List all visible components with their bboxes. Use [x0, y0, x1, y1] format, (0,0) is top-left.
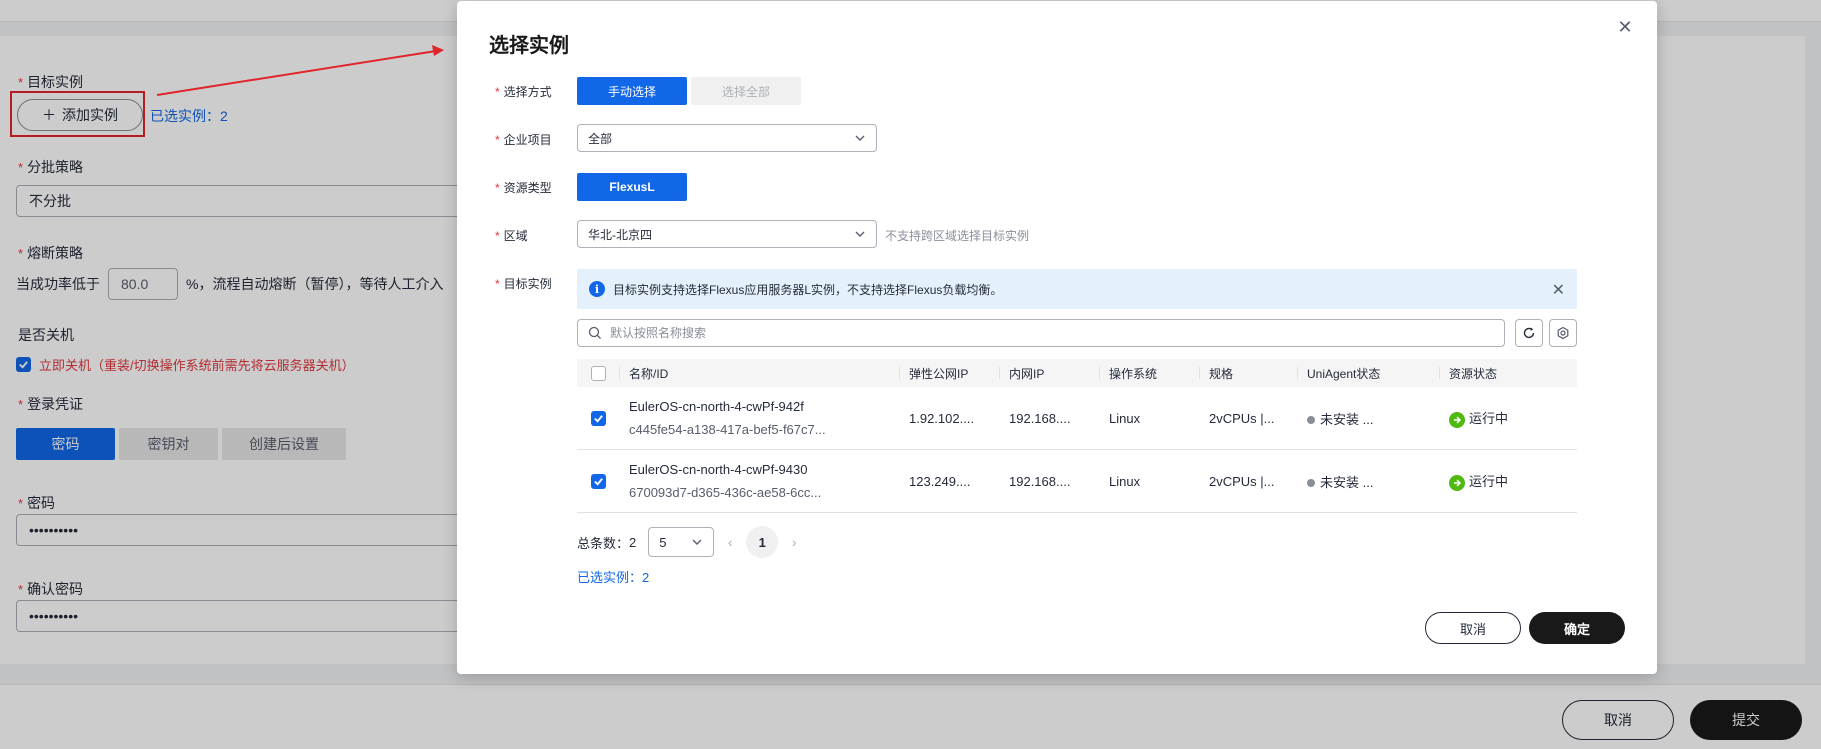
eip-cell: 1.92.102....	[909, 410, 975, 426]
row-checkbox[interactable]	[590, 473, 606, 489]
chevron-down-icon	[855, 135, 865, 141]
select-mode-label: * 选择方式	[495, 84, 552, 100]
column-header-eip[interactable]: 弹性公网IP	[899, 359, 999, 387]
resource-type-flexusl[interactable]: FlexusL	[577, 173, 687, 201]
column-header-name[interactable]: 名称/ID	[619, 359, 899, 387]
page-size-select[interactable]: 5	[648, 527, 715, 557]
status-dot-icon	[1307, 479, 1315, 488]
region-hint: 不支持跨区域选择目标实例	[885, 229, 1030, 243]
private-ip-cell: 192.168....	[1009, 473, 1071, 489]
next-page-icon[interactable]: ›	[786, 534, 802, 550]
table-row[interactable]: EulerOS-cn-north-4-cwPf-942f c445fe54-a1…	[577, 387, 1577, 450]
search-input[interactable]	[577, 319, 1505, 347]
name-cell: EulerOS-cn-north-4-cwPf-9430 670093d7-d3…	[619, 462, 899, 500]
cancel-button[interactable]: 取消	[1425, 612, 1521, 644]
target-instance-label: * 目标实例	[495, 276, 552, 292]
resource-status-cell: 运行中	[1439, 471, 1577, 491]
status-dot-icon	[1307, 416, 1315, 425]
pagination: 总条数： 2 5 ‹ 1 ›	[577, 526, 802, 558]
agent-status-cell: 未安装 ...	[1297, 472, 1439, 491]
dialog-title: 选择实例	[489, 35, 569, 57]
spec-cell: 2vCPUs |...	[1209, 410, 1275, 426]
spec-cell: 2vCPUs |...	[1209, 473, 1275, 489]
refresh-icon	[1523, 327, 1535, 339]
instance-name[interactable]: EulerOS-cn-north-4-cwPf-9430	[629, 462, 899, 477]
column-header-os[interactable]: 操作系统	[1099, 359, 1199, 387]
gear-icon	[1557, 326, 1569, 340]
region-select[interactable]: 华北-北京四	[577, 220, 877, 248]
search-field[interactable]	[610, 326, 1504, 340]
table-header: 名称/ID 弹性公网IP 内网IP 操作系统 规格 UniAgent状态 资源状…	[577, 359, 1577, 387]
os-cell: Linux	[1109, 410, 1141, 426]
refresh-button[interactable]	[1515, 319, 1543, 347]
column-header-agent[interactable]: UniAgent状态	[1297, 359, 1439, 387]
alert-close-icon[interactable]: ✕	[1552, 280, 1565, 300]
chevron-down-icon	[855, 231, 865, 237]
running-icon	[1449, 474, 1465, 491]
private-ip-cell: 192.168....	[1009, 410, 1071, 426]
region-label: * 区域	[495, 228, 528, 244]
select-all-checkbox[interactable]	[590, 365, 606, 381]
column-header-spec[interactable]: 规格	[1199, 359, 1297, 387]
search-icon	[588, 326, 601, 339]
close-icon[interactable]: ✕	[1615, 17, 1635, 37]
eip-cell: 123.249....	[909, 473, 971, 489]
instance-name[interactable]: EulerOS-cn-north-4-cwPf-942f	[629, 399, 899, 414]
name-cell: EulerOS-cn-north-4-cwPf-942f c445fe54-a1…	[619, 399, 899, 437]
instance-id: 670093d7-d365-436c-ae58-6cc...	[629, 485, 822, 500]
select-instance-dialog: 选择实例 ✕ * 选择方式 手动选择 选择全部 * 企业项目 全部 * 资源类型 Fl…	[457, 1, 1657, 674]
os-cell: Linux	[1109, 473, 1141, 489]
select-all-cell	[577, 359, 619, 387]
row-checkbox-cell	[577, 473, 619, 489]
select-all-button[interactable]: 选择全部	[691, 77, 801, 105]
chevron-down-icon	[692, 539, 702, 545]
prev-page-icon[interactable]: ‹	[722, 534, 738, 550]
total-count: 2	[629, 534, 637, 550]
running-icon	[1449, 411, 1465, 428]
enterprise-project-label: * 企业项目	[495, 132, 552, 148]
instance-table: 名称/ID 弹性公网IP 内网IP 操作系统 规格 UniAgent状态 资源状…	[577, 359, 1577, 513]
total-label: 总条数：	[577, 535, 630, 551]
instance-id: c445fe54-a138-417a-bef5-f67c7...	[629, 422, 826, 437]
column-header-private-ip[interactable]: 内网IP	[999, 359, 1099, 387]
settings-button[interactable]	[1549, 319, 1577, 347]
column-header-status[interactable]: 资源状态	[1439, 359, 1577, 387]
confirm-button[interactable]: 确定	[1529, 612, 1625, 644]
info-icon: i	[589, 281, 605, 297]
manual-select-button[interactable]: 手动选择	[577, 77, 687, 105]
enterprise-project-select[interactable]: 全部	[577, 124, 877, 152]
resource-type-label: * 资源类型	[495, 180, 552, 196]
table-row[interactable]: EulerOS-cn-north-4-cwPf-9430 670093d7-d3…	[577, 450, 1577, 513]
selected-instances-link[interactable]: 已选实例：2	[577, 567, 649, 586]
row-checkbox-cell	[577, 410, 619, 426]
page-1-button[interactable]: 1	[746, 526, 779, 558]
resource-status-cell: 运行中	[1439, 408, 1577, 428]
agent-status-cell: 未安装 ...	[1297, 409, 1439, 428]
info-alert: i 目标实例支持选择Flexus应用服务器L实例，不支持选择Flexus负载均衡…	[577, 269, 1577, 309]
row-checkbox[interactable]	[590, 410, 606, 426]
